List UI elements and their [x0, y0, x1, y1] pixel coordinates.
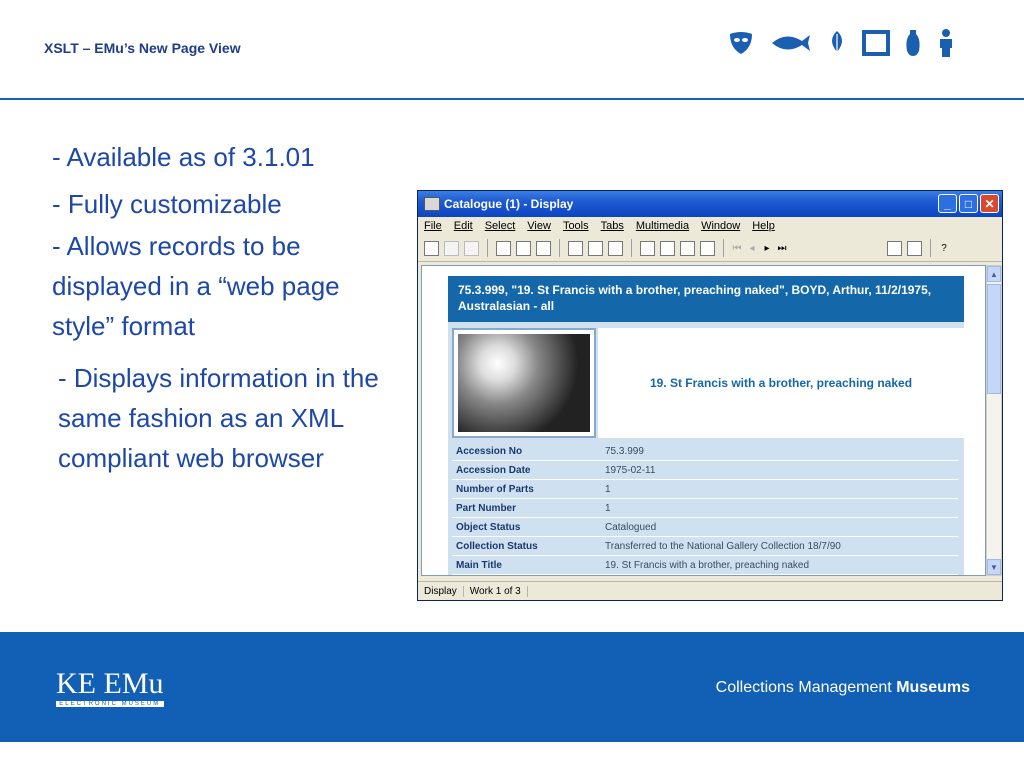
catalogue-window: Catalogue (1) - Display _ □ ✕ File Edit …: [417, 190, 1003, 601]
field-label: Object Status: [456, 521, 521, 533]
sort-icon[interactable]: [568, 240, 583, 256]
record-caption: 19. St Francis with a brother, preaching…: [598, 328, 964, 438]
page-view-icon[interactable]: [680, 240, 695, 256]
bullet-customizable: - Fully customizable: [52, 189, 282, 219]
header-icons: [728, 28, 956, 58]
details-view-icon[interactable]: [640, 240, 655, 256]
leaf-icon: [832, 31, 842, 55]
menu-edit[interactable]: Edit: [454, 220, 473, 232]
first-record-icon[interactable]: ⏮: [732, 243, 742, 254]
menu-help[interactable]: Help: [752, 220, 775, 232]
record-fields: Accession No 75.3.999 Accession Date 1975-…: [452, 442, 958, 575]
toolbar-separator: [723, 239, 724, 257]
slide-title: XSLT – EMu’s New Page View: [44, 40, 241, 56]
fish-icon: [772, 35, 810, 51]
field-value: 75.3.999: [605, 445, 644, 457]
menu-view[interactable]: View: [527, 220, 551, 232]
record-display[interactable]: 75.3.999, "19. St Francis with a brother…: [421, 265, 986, 576]
ke-emu-logo: KE EMu ELECTRONIC MUSEUM: [56, 669, 164, 707]
status-record-count: Work 1 of 3: [464, 585, 528, 597]
bullet-xml-browser: - Displays information in the same fashi…: [58, 363, 379, 473]
bullet-web-page-style: - Allows records to be displayed in a “w…: [52, 231, 340, 341]
footer-tagline: Collections Management Museums: [716, 679, 970, 697]
field-value: 1: [605, 483, 611, 495]
maximize-button[interactable]: □: [959, 194, 978, 213]
window-titlebar[interactable]: Catalogue (1) - Display _ □ ✕: [418, 191, 1002, 217]
close-button[interactable]: ✕: [980, 194, 999, 213]
vase-icon: [906, 30, 920, 56]
menubar: File Edit Select View Tools Tabs Multime…: [418, 217, 1002, 235]
menu-tools[interactable]: Tools: [563, 220, 589, 232]
menu-tabs[interactable]: Tabs: [601, 220, 624, 232]
scroll-thumb[interactable]: [987, 284, 1001, 394]
help-pointer-icon[interactable]: ?: [939, 243, 949, 254]
toolbar-separator: [930, 239, 931, 257]
status-mode: Display: [418, 585, 464, 597]
next-record-icon[interactable]: ▸: [762, 243, 772, 254]
footer-band: KE EMu ELECTRONIC MUSEUM Collections Man…: [0, 632, 1024, 742]
field-row: Accession Date 1975-02-11: [452, 461, 958, 480]
field-label: Accession Date: [456, 464, 531, 476]
scroll-down-icon[interactable]: ▼: [987, 559, 1001, 575]
field-row: Main Title 19. St Francis with a brother,…: [452, 556, 958, 575]
logo-text: KE EMu: [56, 667, 164, 700]
field-label: Part Number: [456, 502, 517, 514]
search-icon[interactable]: [516, 240, 531, 256]
catalogue-app-icon: [424, 197, 440, 211]
previous-record-icon[interactable]: ◂: [747, 243, 757, 254]
new-icon[interactable]: [424, 240, 439, 256]
toolbar: ⏮ ◂ ▸ ⏭ ?: [418, 235, 1002, 262]
record-heading: 75.3.999, "19. St Francis with a brother…: [448, 276, 964, 322]
frame-icon: [862, 30, 890, 56]
tagline-normal: Collections Management: [715, 679, 892, 696]
disabled-icon[interactable]: [464, 240, 479, 256]
contact-sheet-icon[interactable]: [700, 240, 715, 256]
query-icon[interactable]: [496, 240, 511, 256]
field-value: 19. St Francis with a brother, preaching…: [605, 559, 810, 571]
menu-file[interactable]: File: [424, 220, 442, 232]
record-thumbnail[interactable]: [452, 328, 596, 438]
artwork-image: [458, 334, 590, 432]
toolbar-separator: [487, 239, 488, 257]
field-label: Collection Status: [456, 540, 538, 552]
bullet-available: - Available as of 3.1.01: [52, 142, 315, 172]
edit-icon[interactable]: [588, 240, 603, 256]
field-value: 1: [605, 502, 611, 514]
mask-icon: [730, 32, 752, 54]
delete-icon[interactable]: [536, 240, 551, 256]
window-title: Catalogue (1) - Display: [444, 197, 574, 211]
field-row: Collection Status Transferred to the Nati…: [452, 537, 958, 556]
field-label: Accession No: [456, 445, 523, 457]
save-icon[interactable]: [444, 240, 459, 256]
field-value: 1975-02-11: [605, 464, 656, 476]
tagline-bold: Museums: [896, 679, 970, 696]
menu-window[interactable]: Window: [701, 220, 740, 232]
detach-icon[interactable]: [907, 240, 922, 256]
header-rule: [0, 98, 1024, 100]
toolbar-separator: [631, 239, 632, 257]
minimize-button[interactable]: _: [938, 194, 957, 213]
last-record-icon[interactable]: ⏭: [777, 243, 787, 254]
list-view-icon[interactable]: [660, 240, 675, 256]
field-row: Accession No 75.3.999: [452, 442, 958, 461]
field-value: Transferred to the National Gallery Coll…: [605, 540, 841, 552]
status-bar: Display Work 1 of 3: [418, 581, 1002, 600]
vertical-scrollbar[interactable]: ▲ ▼: [986, 265, 1002, 576]
logo-subtext: ELECTRONIC MUSEUM: [56, 701, 164, 707]
record-body: 19. St Francis with a brother, preaching…: [448, 322, 964, 575]
toolbar-separator: [559, 239, 560, 257]
scroll-up-icon[interactable]: ▲: [987, 266, 1001, 282]
field-row: Number of Parts 1: [452, 480, 958, 499]
menu-select[interactable]: Select: [485, 220, 516, 232]
field-row: Part Number 1: [452, 499, 958, 518]
field-label: Main Title: [456, 559, 502, 571]
menu-multimedia[interactable]: Multimedia: [636, 220, 689, 232]
spellcheck-icon[interactable]: [608, 240, 623, 256]
field-value: Catalogued: [605, 521, 657, 533]
field-row: Object Status Catalogued: [452, 518, 958, 537]
figurine-icon: [940, 29, 952, 57]
attach-icon[interactable]: [887, 240, 902, 256]
field-label: Number of Parts: [456, 483, 534, 495]
